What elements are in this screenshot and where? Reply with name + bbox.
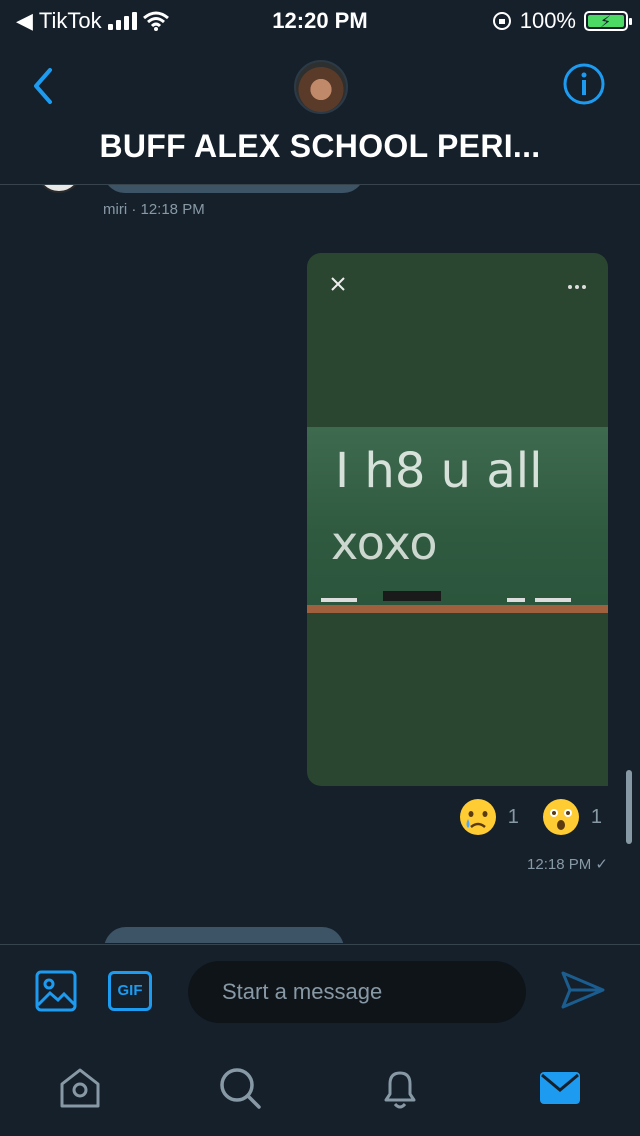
orientation-lock-icon bbox=[492, 12, 511, 30]
tab-bar bbox=[0, 1038, 640, 1136]
message-composer: GIF Start a message bbox=[0, 944, 640, 1038]
message-list[interactable]: miri · 12:18 PM I h8 u all xoxo 1 1 12:1… bbox=[0, 185, 640, 943]
conversation-title[interactable]: BUFF ALEX SCHOOL PERI... bbox=[0, 128, 640, 165]
reaction-astonished[interactable]: 1 bbox=[541, 797, 602, 837]
notifications-bell-icon[interactable] bbox=[376, 1064, 424, 1112]
scrollbar[interactable] bbox=[626, 770, 632, 844]
message-time: · 12:18 PM bbox=[131, 201, 205, 218]
message-bubble[interactable] bbox=[103, 185, 365, 193]
chalk-line-1: I h8 u all bbox=[335, 443, 542, 499]
sender-name: miri bbox=[103, 201, 128, 218]
search-icon[interactable] bbox=[216, 1064, 264, 1112]
chalkboard-ledge bbox=[307, 605, 608, 613]
reactions: 1 1 bbox=[458, 797, 602, 837]
message-input[interactable]: Start a message bbox=[188, 961, 526, 1023]
media-message[interactable]: I h8 u all xoxo bbox=[307, 253, 608, 786]
image-icon[interactable] bbox=[34, 969, 78, 1013]
battery-icon: ⚡ bbox=[584, 11, 632, 31]
crying-face-icon bbox=[459, 799, 496, 835]
close-icon[interactable] bbox=[329, 275, 347, 293]
back-arrow-icon[interactable] bbox=[26, 62, 66, 110]
info-icon[interactable] bbox=[562, 62, 606, 106]
status-bar: ◀ TikTok 12:20 PM 100% ⚡ bbox=[0, 0, 640, 40]
more-options-icon[interactable] bbox=[568, 285, 586, 289]
message-meta: miri · 12:18 PM bbox=[103, 201, 205, 218]
chalk-line-2: xoxo bbox=[331, 516, 438, 570]
gif-button[interactable]: GIF bbox=[108, 971, 152, 1011]
conversation-header: BUFF ALEX SCHOOL PERI... bbox=[0, 40, 640, 185]
astonished-face-icon bbox=[542, 799, 579, 835]
send-icon[interactable] bbox=[560, 969, 606, 1011]
group-avatar[interactable] bbox=[294, 60, 348, 114]
messages-mail-icon[interactable] bbox=[536, 1064, 584, 1112]
sender-avatar[interactable] bbox=[36, 185, 82, 193]
message-bubble[interactable] bbox=[104, 927, 344, 943]
reaction-count: 1 bbox=[507, 805, 519, 828]
reaction-crying[interactable]: 1 bbox=[458, 797, 519, 837]
chalkboard-image: I h8 u all xoxo bbox=[307, 427, 608, 605]
reaction-count: 1 bbox=[590, 805, 602, 828]
battery-percent: 100% bbox=[519, 8, 576, 33]
home-icon[interactable] bbox=[56, 1064, 104, 1112]
message-time: 12:18 PM ✓ bbox=[527, 856, 608, 873]
